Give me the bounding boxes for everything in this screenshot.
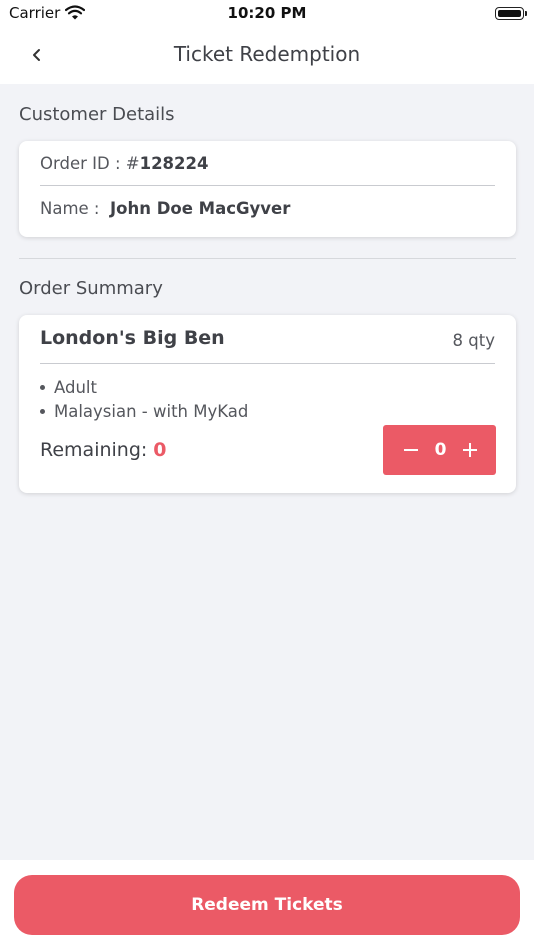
page-title: Ticket Redemption (173, 42, 361, 66)
battery-icon (495, 7, 527, 20)
name-label: Name : (40, 199, 100, 218)
name-row: Name : John Doe MacGyver (40, 199, 290, 218)
order-id-row: Order ID : #128224 (40, 154, 208, 173)
item-divider (40, 363, 495, 364)
order-id-label: Order ID : # (40, 154, 140, 173)
bullet-icon (40, 384, 45, 390)
remaining-row: Remaining: 0 (40, 439, 167, 461)
redeem-tickets-button[interactable]: Redeem Tickets (14, 875, 520, 935)
quantity-stepper[interactable]: 0 (383, 425, 496, 475)
card-divider (40, 185, 495, 186)
customer-details-heading: Customer Details (19, 104, 175, 125)
nav-bar: Ticket Redemption (0, 30, 534, 84)
ticket-qty: 8 qty (452, 331, 495, 350)
remaining-value: 0 (153, 439, 167, 461)
bullet-icon (40, 408, 45, 414)
footer: Redeem Tickets (0, 860, 534, 950)
customer-name: John Doe MacGyver (109, 199, 291, 218)
ticket-detail: Adult (40, 378, 97, 397)
stepper-value: 0 (434, 440, 447, 460)
customer-details-card: Order ID : #128224 Name : John Doe MacGy… (19, 141, 516, 237)
order-id-value: 128224 (139, 154, 209, 173)
ticket-title: London's Big Ben (40, 327, 225, 349)
minus-icon[interactable] (403, 442, 419, 458)
status-bar: Carrier 10:20 PM (0, 0, 534, 30)
plus-icon[interactable] (462, 442, 478, 458)
order-item-card: London's Big Ben 8 qty Adult Malaysian -… (19, 315, 516, 493)
ticket-detail: Malaysian - with MyKad (40, 402, 248, 421)
section-divider (19, 258, 516, 259)
status-time: 10:20 PM (227, 4, 307, 22)
remaining-label: Remaining: (40, 439, 148, 461)
order-summary-heading: Order Summary (19, 278, 163, 299)
